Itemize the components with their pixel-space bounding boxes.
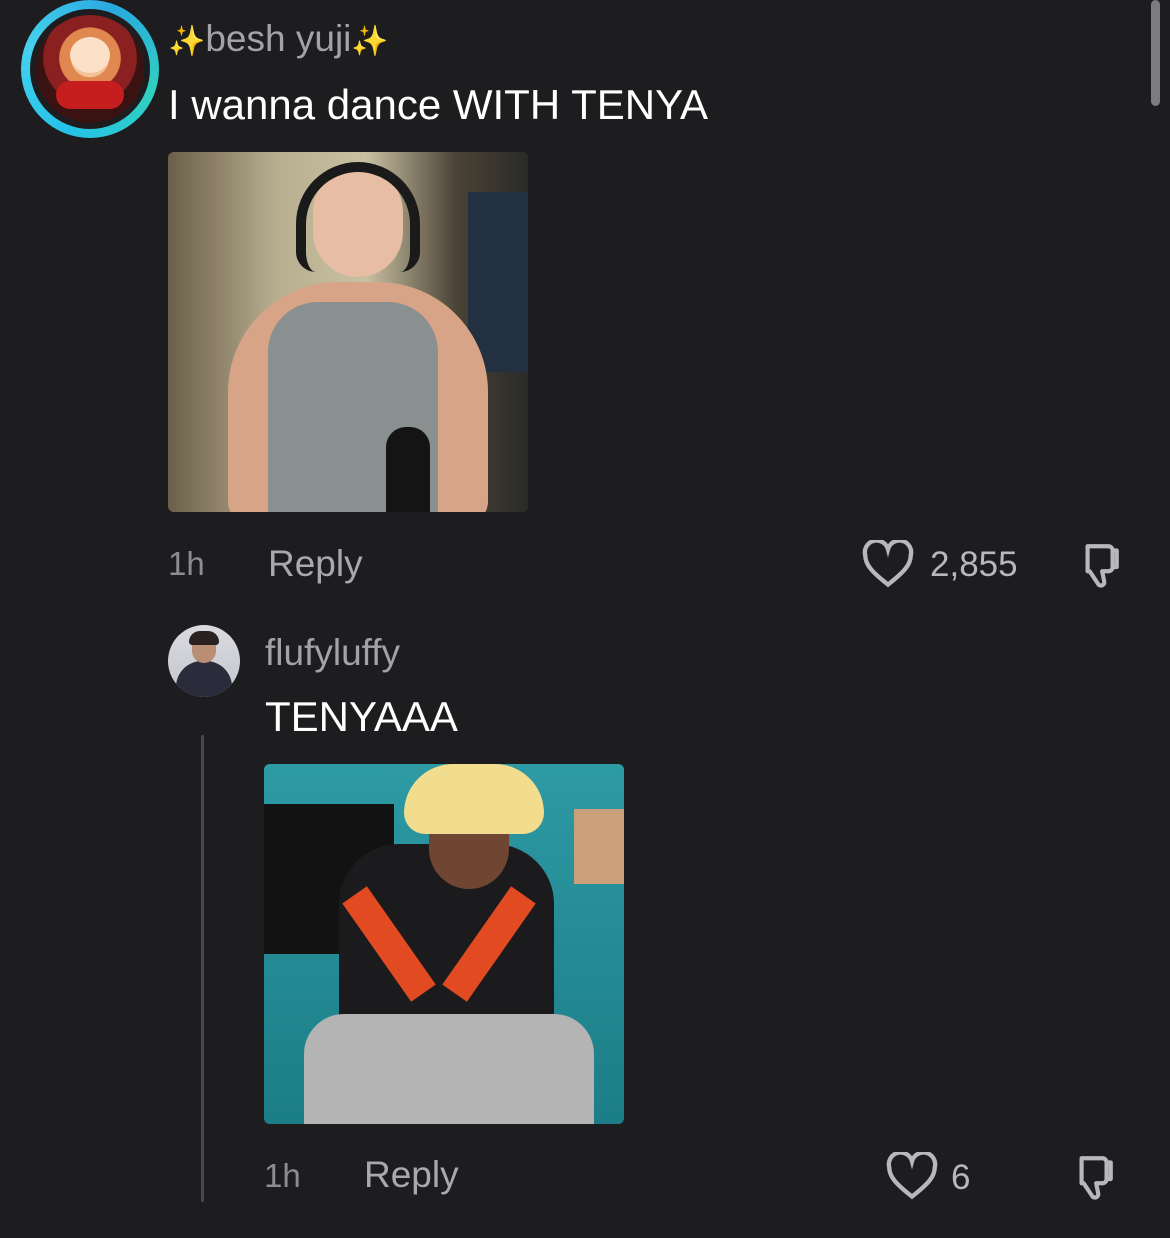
username-text: besh yuji	[205, 18, 352, 59]
reply-button[interactable]: Reply	[364, 1156, 459, 1193]
sparkle-icon: ✨	[351, 25, 389, 58]
reply-button[interactable]: Reply	[268, 545, 363, 582]
reply-image[interactable]	[264, 764, 624, 1124]
reply-username[interactable]: flufyluffy	[265, 634, 400, 671]
like-count: 2,855	[930, 545, 1018, 584]
reply-timestamp: 1h	[264, 1157, 301, 1194]
sparkle-icon: ✨	[168, 25, 206, 58]
heart-icon[interactable]	[862, 540, 914, 588]
thread-line	[201, 735, 204, 1202]
heart-icon[interactable]	[886, 1152, 938, 1200]
thumbs-down-icon[interactable]	[1072, 540, 1124, 590]
avatar-flufyluffy[interactable]	[168, 625, 240, 697]
avatar-besh-yuji[interactable]	[21, 0, 159, 138]
scrollbar[interactable]	[1151, 0, 1160, 106]
thumbs-down-icon[interactable]	[1066, 1152, 1118, 1202]
like-count: 6	[951, 1158, 971, 1197]
reply-text: TENYAAA	[265, 693, 458, 740]
comment-image[interactable]	[168, 152, 528, 512]
comment-username[interactable]: ✨besh yuji✨	[168, 20, 389, 57]
comment-text: I wanna dance WITH TENYA	[168, 81, 708, 128]
comment-timestamp: 1h	[168, 545, 205, 582]
